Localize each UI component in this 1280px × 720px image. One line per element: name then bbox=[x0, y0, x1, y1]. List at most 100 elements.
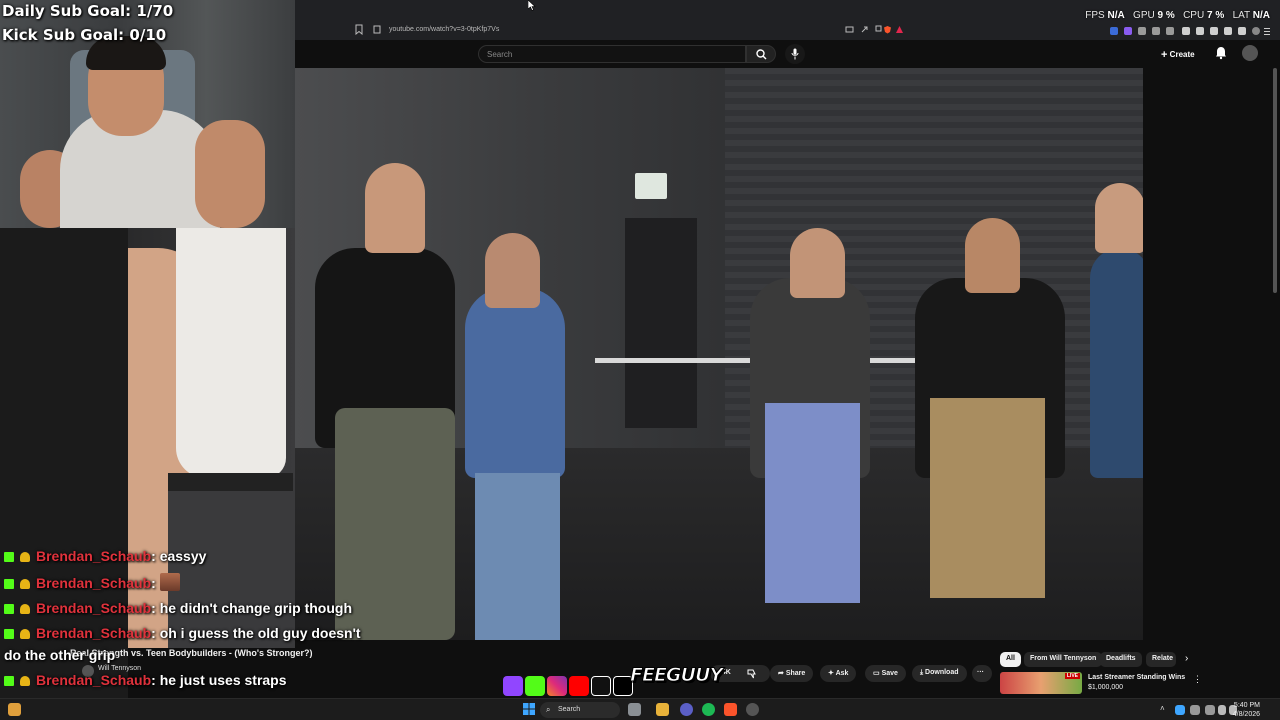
fps-label: FPS bbox=[1085, 10, 1105, 21]
settings-icon[interactable] bbox=[746, 703, 759, 716]
windows-start-icon[interactable] bbox=[523, 703, 535, 715]
zoomed-tank-top bbox=[176, 228, 286, 478]
site-info-icon[interactable] bbox=[373, 25, 381, 34]
chat-username: Brendan_Schaub bbox=[36, 548, 152, 564]
notifications-bell-icon[interactable] bbox=[1215, 46, 1227, 60]
save-label: Save bbox=[881, 670, 898, 677]
social-icons bbox=[500, 668, 633, 700]
figure-head-1 bbox=[365, 163, 425, 253]
file-explorer-icon[interactable] bbox=[656, 703, 669, 716]
tray-mic-icon[interactable] bbox=[1190, 705, 1200, 715]
crown-badge-icon bbox=[20, 604, 30, 614]
taskbar-app-icon[interactable] bbox=[628, 703, 641, 716]
brave-rewards-icon[interactable] bbox=[895, 25, 904, 34]
chat-username: Brendan_Schaub bbox=[36, 672, 152, 688]
tray-display-icon[interactable] bbox=[1205, 705, 1215, 715]
video-exit-sign bbox=[635, 173, 667, 199]
account-avatar[interactable] bbox=[1242, 45, 1258, 61]
channel-name[interactable]: Will Tennyson bbox=[98, 665, 141, 672]
chat-message: Brendan_Schaub: he didn't change grip th… bbox=[4, 600, 352, 616]
chip-from-channel[interactable]: From Will Tennyson bbox=[1024, 652, 1103, 667]
bookmark-icon[interactable] bbox=[355, 24, 363, 35]
cpu-label: CPU bbox=[1183, 10, 1205, 21]
figure-pants-1 bbox=[335, 408, 455, 640]
figure-jeans-2 bbox=[475, 473, 560, 640]
figure-plaid-shirt bbox=[465, 288, 565, 478]
chat-text: : he just uses straps bbox=[151, 672, 287, 688]
tiktok-icon bbox=[591, 676, 611, 696]
video-player[interactable] bbox=[295, 68, 1143, 640]
plus-icon: + bbox=[1161, 49, 1168, 61]
url-text[interactable]: youtube.com/watch?v=3-0tpKfp7Vs bbox=[389, 26, 499, 33]
chat-text: do the other grip bbox=[4, 647, 116, 663]
brave-icon[interactable] bbox=[724, 703, 737, 716]
crown-badge-icon bbox=[20, 676, 30, 686]
recommendation-thumbnail[interactable]: LIVE bbox=[1000, 672, 1082, 694]
more-actions-button[interactable]: ··· bbox=[972, 665, 992, 682]
crown-badge-icon bbox=[20, 629, 30, 639]
chat-text: : oh i guess the old guy doesn't bbox=[151, 625, 361, 641]
figure-khaki-pants bbox=[930, 398, 1045, 598]
recommendation-subtitle: $1,000,000 bbox=[1088, 684, 1124, 691]
create-button[interactable]: + Create bbox=[1161, 45, 1209, 63]
chip-deadlifts[interactable]: Deadlifts bbox=[1100, 652, 1142, 667]
reader-mode-icon[interactable] bbox=[845, 25, 854, 34]
teams-icon[interactable] bbox=[680, 703, 693, 716]
more-vertical-icon[interactable]: ⋮ bbox=[1193, 674, 1202, 685]
chat-username: Brendan_Schaub bbox=[36, 575, 152, 591]
clock-date[interactable]: 4/8/2026 bbox=[1233, 711, 1260, 718]
video-door bbox=[625, 218, 697, 428]
ask-button[interactable]: ✦ Ask bbox=[820, 665, 857, 682]
search-input[interactable]: Search bbox=[478, 45, 746, 63]
save-icon: ▭ bbox=[873, 670, 882, 677]
kick-badge-icon bbox=[4, 676, 14, 686]
chat-text: : eassyy bbox=[151, 548, 207, 564]
spotify-icon[interactable] bbox=[702, 703, 715, 716]
weather-icon[interactable] bbox=[8, 703, 21, 716]
kick-badge-icon bbox=[4, 579, 14, 589]
crown-badge-icon bbox=[20, 552, 30, 562]
live-badge: LIVE bbox=[1064, 673, 1080, 679]
share-button[interactable]: ➦ Share bbox=[770, 665, 814, 682]
share-label: Share bbox=[785, 670, 806, 677]
chat-message: Brendan_Schaub: he just uses straps bbox=[4, 672, 287, 688]
recommendation-title[interactable]: Last Streamer Standing Wins bbox=[1088, 674, 1185, 681]
chat-message-continuation: do the other grip bbox=[4, 647, 115, 663]
kick-badge-icon bbox=[4, 552, 14, 562]
chat-text: : he didn't change grip though bbox=[151, 600, 353, 616]
share-page-icon[interactable] bbox=[860, 25, 869, 34]
chat-text: : bbox=[151, 575, 160, 591]
sparkle-icon: ✦ bbox=[828, 670, 836, 677]
download-button[interactable]: ⤓ Download bbox=[912, 665, 967, 682]
chat-username: Brendan_Schaub bbox=[36, 625, 152, 641]
search-icon bbox=[756, 49, 767, 60]
twitch-icon bbox=[503, 676, 523, 696]
taskbar-search[interactable]: ⌕ Search bbox=[540, 702, 620, 718]
browser-extensions-toolbar[interactable] bbox=[1110, 25, 1270, 37]
save-button[interactable]: ▭ Save bbox=[865, 665, 906, 682]
chat-message: Brendan_Schaub: bbox=[4, 573, 180, 591]
search-button[interactable] bbox=[746, 45, 776, 63]
webcam-arm-right bbox=[195, 120, 265, 228]
chip-related[interactable]: Relate bbox=[1146, 652, 1176, 667]
figure-head-5 bbox=[1095, 183, 1143, 253]
tray-chevron-icon[interactable]: ˄ bbox=[1160, 704, 1165, 713]
microphone-icon bbox=[791, 48, 799, 60]
voice-search-button[interactable] bbox=[785, 44, 805, 64]
ask-label: Ask bbox=[835, 670, 849, 677]
page-scrollbar[interactable] bbox=[1273, 68, 1277, 293]
network-icon[interactable] bbox=[1218, 705, 1226, 715]
figure-patterned-shirt bbox=[1090, 248, 1143, 478]
brave-shield-icon[interactable] bbox=[883, 25, 892, 34]
fps-value: N/A bbox=[1107, 10, 1125, 21]
clock-time[interactable]: 5:40 PM bbox=[1234, 702, 1260, 709]
figure-blue-pants bbox=[765, 403, 860, 603]
chevron-right-icon[interactable]: › bbox=[1185, 653, 1188, 664]
performance-stats: FPS N/A GPU 9 % CPU 7 % LAT N/A bbox=[1085, 10, 1270, 21]
figure-head-4 bbox=[965, 218, 1020, 293]
figure-head-2 bbox=[485, 233, 540, 308]
zoomed-belt bbox=[168, 473, 293, 491]
dislike-icon[interactable] bbox=[747, 669, 757, 679]
tray-app-icon[interactable] bbox=[1175, 705, 1185, 715]
chip-all[interactable]: All bbox=[1000, 652, 1021, 667]
